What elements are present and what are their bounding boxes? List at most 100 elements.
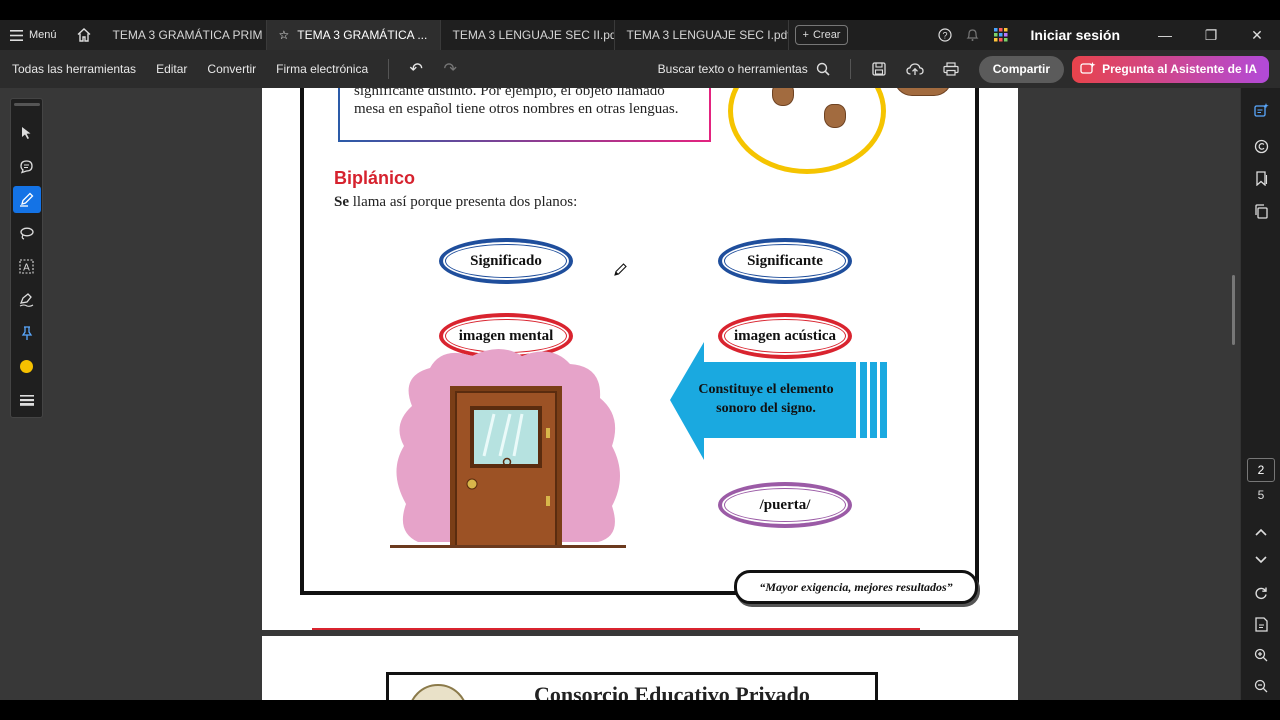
star-icon[interactable]: ☆: [279, 28, 290, 42]
color-picker-dot[interactable]: [13, 353, 41, 380]
plus-icon: +: [802, 29, 809, 41]
oval-label: Significante: [747, 252, 823, 269]
total-pages: 5: [1257, 488, 1265, 502]
arrow-line-1: Constituye el elemento: [698, 382, 834, 397]
select-cursor-icon[interactable]: [13, 119, 41, 146]
save-icon[interactable]: [861, 62, 897, 76]
tab-lenguaje-sec-ii[interactable]: TEMA 3 LENGUAJE SEC II.pdf: [441, 20, 615, 50]
tab-label: TEMA 3 GRAMÁTICA ...: [297, 28, 428, 42]
home-icon: [77, 28, 91, 42]
cloud-upload-icon[interactable]: [897, 62, 933, 76]
callout-line-2: mesa en español tiene otros nombres en o…: [354, 101, 679, 117]
page-footer-line: [312, 628, 920, 630]
tab-lenguaje-sec-i[interactable]: TEMA 3 LENGUAJE SEC I.pdf: [615, 20, 789, 50]
highlight-pen-icon[interactable]: [12, 185, 41, 214]
comments-panel-icon[interactable]: [1251, 136, 1271, 156]
home-button[interactable]: [67, 20, 101, 50]
page-up-chevron-icon[interactable]: [1251, 522, 1271, 542]
minimize-icon[interactable]: —: [1142, 27, 1188, 43]
panel-grip[interactable]: [13, 103, 40, 106]
oval-puerta: /puerta/: [718, 482, 852, 528]
toolbar-divider: [388, 59, 390, 79]
lasso-draw-icon[interactable]: [13, 219, 41, 246]
section-sub-bold: Se: [334, 194, 349, 210]
ai-assistant-label: Pregunta al Asistente de IA: [1102, 62, 1257, 76]
apps-grid-icon[interactable]: [987, 28, 1015, 42]
ai-sparkle-icon: [1080, 62, 1096, 74]
line-weight-icon[interactable]: [13, 387, 41, 414]
quick-tools-panel: A: [10, 98, 43, 418]
oval-label: Significado: [470, 252, 542, 269]
oval-label: imagen mental: [458, 327, 554, 344]
signin-button[interactable]: Iniciar sesión: [1015, 27, 1142, 43]
ai-assistant-button[interactable]: Pregunta al Asistente de IA: [1072, 55, 1269, 83]
svg-text:?: ?: [942, 31, 947, 41]
text-box-icon[interactable]: A: [13, 253, 41, 280]
help-icon[interactable]: ?: [931, 28, 959, 42]
new-tab-button[interactable]: + Crear: [794, 25, 849, 45]
arrow-text: Constituye el elemento sonoro del signo.: [680, 380, 852, 418]
zoom-out-icon[interactable]: [1251, 676, 1271, 696]
restore-icon[interactable]: ❐: [1188, 27, 1234, 44]
bell-icon[interactable]: [959, 28, 987, 42]
ai-panel-icon[interactable]: [1251, 100, 1271, 120]
door-illustration: [390, 349, 626, 548]
page-down-chevron-icon[interactable]: [1251, 550, 1271, 570]
tab-bar: Menú TEMA 3 GRAMÁTICA PRIM II... ☆ TEMA …: [0, 20, 1280, 50]
search-tools-button[interactable]: Buscar texto o herramientas: [658, 62, 840, 76]
rotate-icon[interactable]: [1251, 583, 1271, 603]
section-subtitle: Se llama así porque presenta dos planos:: [334, 194, 577, 211]
hamburger-icon: [10, 29, 23, 41]
close-window-icon[interactable]: ✕: [1234, 27, 1280, 44]
redo-icon[interactable]: ↷: [433, 59, 467, 79]
callout-text: significante distinto. Por ejemplo, el o…: [354, 88, 694, 118]
pdf-page: significante distinto. Por ejemplo, el o…: [262, 88, 1018, 630]
share-button[interactable]: Compartir: [978, 55, 1065, 83]
menu-button[interactable]: Menú: [0, 20, 67, 50]
comment-icon[interactable]: [13, 152, 41, 179]
oval-label: /puerta/: [759, 496, 811, 513]
page-fit-icon[interactable]: [1251, 614, 1271, 634]
esign-button[interactable]: Firma electrónica: [266, 62, 378, 76]
new-tab-label: Crear: [812, 29, 841, 41]
color-swatch: [20, 360, 33, 374]
toolbar-divider: [849, 59, 851, 79]
letterbox-bottom: [0, 700, 1280, 720]
search-icon: [816, 62, 830, 76]
letterbox-top: [0, 0, 1280, 20]
pencil-cursor-icon: [614, 263, 627, 276]
sign-pen-icon[interactable]: [13, 286, 41, 313]
zoom-in-icon[interactable]: [1251, 645, 1271, 665]
current-page-input[interactable]: 2: [1247, 458, 1275, 482]
main-toolbar: Todas las herramientas Editar Convertir …: [0, 50, 1280, 88]
edit-button[interactable]: Editar: [146, 62, 197, 76]
header-title: Consorcio Educativo Privado: [534, 682, 810, 700]
menu-label: Menú: [29, 29, 57, 41]
convert-button[interactable]: Convertir: [197, 62, 266, 76]
section-sub-rest: llama así porque presenta dos planos:: [349, 194, 578, 210]
document-workspace[interactable]: A significante distinto. Por ejemplo, el…: [0, 88, 1240, 700]
right-rail: 2 5: [1240, 88, 1280, 700]
search-tools-label: Buscar texto o herramientas: [657, 62, 808, 76]
motto-banner: “Mayor exigencia, mejores resultados”: [734, 570, 978, 604]
vertical-scrollbar[interactable]: [1232, 275, 1235, 345]
tab-label: TEMA 3 LENGUAJE SEC I.pdf: [626, 28, 789, 42]
section-title: Biplánico: [334, 168, 416, 188]
all-tools-button[interactable]: Todas las herramientas: [0, 62, 146, 76]
bookmark-icon[interactable]: [1251, 168, 1271, 188]
svg-text:A: A: [23, 262, 30, 273]
tab-label: TEMA 3 GRAMÁTICA PRIM II...: [112, 28, 267, 42]
pdf-page-next: Consorcio Educativo Privado: [262, 636, 1018, 700]
print-icon[interactable]: [933, 62, 969, 76]
bear-paw-illustration: [824, 104, 846, 128]
tab-label: TEMA 3 LENGUAJE SEC II.pdf: [452, 28, 615, 42]
tab-gramatica-active[interactable]: ☆ TEMA 3 GRAMÁTICA ... ✕: [266, 20, 441, 50]
oval-significado: Significado: [439, 238, 573, 284]
oval-significante: Significante: [718, 238, 852, 284]
tab-gramatica-prim[interactable]: TEMA 3 GRAMÁTICA PRIM II...: [101, 20, 267, 50]
callout-line-1: significante distinto. Por ejemplo, el o…: [354, 88, 665, 99]
arrow-line-2: sonoro del signo.: [716, 401, 816, 416]
pin-icon[interactable]: [13, 320, 41, 347]
pages-copy-icon[interactable]: [1251, 201, 1271, 221]
undo-icon[interactable]: ↶: [399, 59, 433, 79]
